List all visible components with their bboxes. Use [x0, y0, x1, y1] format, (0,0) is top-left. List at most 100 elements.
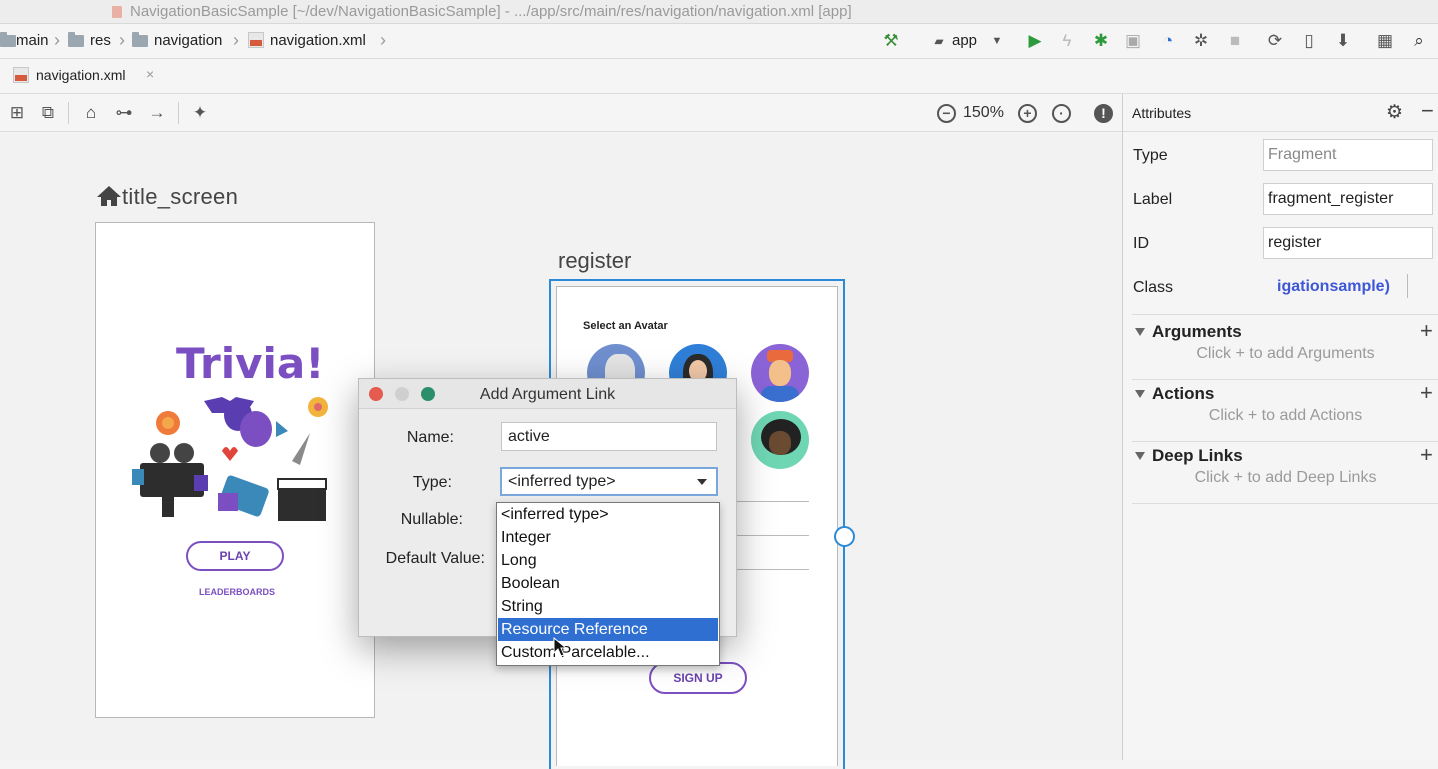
close-icon[interactable]: ×	[146, 66, 154, 82]
zoom-in-icon[interactable]: +	[1018, 104, 1037, 123]
attributes-header: Attributes ⚙ −	[1123, 94, 1438, 132]
chevron-right-icon: ›	[119, 30, 125, 50]
class-attribute-link[interactable]: igationsample)	[1277, 278, 1390, 296]
xml-file-icon	[13, 67, 29, 83]
type-option-resource-reference[interactable]: Resource Reference	[498, 618, 718, 641]
zoom-level: 150%	[963, 104, 1004, 121]
profiler-icon[interactable]: ◔	[1157, 30, 1179, 52]
type-option-integer[interactable]: Integer	[498, 526, 718, 549]
chevron-right-icon: ›	[380, 30, 386, 50]
type-attribute-label: Type	[1133, 147, 1168, 164]
destination-title-screen[interactable]: Trivia! PLAY LEADERBOARDS	[95, 222, 375, 718]
warning-icon[interactable]: !	[1094, 104, 1113, 123]
leaderboards-link: LEADERBOARDS	[198, 587, 275, 597]
type-option-boolean[interactable]: Boolean	[498, 572, 718, 595]
add-action-icon[interactable]: +	[1420, 380, 1433, 406]
gradle-sync-icon[interactable]: ⟳	[1264, 30, 1286, 52]
select-avatar-label: Select an Avatar	[583, 320, 668, 332]
window-titlebar: NavigationBasicSample [~/dev/NavigationB…	[0, 0, 1438, 24]
stop-icon[interactable]: ■	[1224, 30, 1246, 52]
type-select[interactable]: <inferred type>	[500, 467, 718, 496]
add-deep-link-icon[interactable]: +	[1420, 442, 1433, 468]
arguments-section: Arguments + Click + to add Arguments	[1132, 318, 1438, 380]
trivia-illustration	[132, 397, 328, 521]
chevron-right-icon: ›	[54, 30, 60, 50]
name-label: Name:	[406, 429, 454, 446]
section-hint: Click + to add Actions	[1208, 407, 1363, 424]
nullable-label: Nullable:	[400, 511, 463, 528]
android-studio-icon	[112, 6, 122, 18]
toolbar-divider	[178, 102, 179, 124]
build-hammer-icon[interactable]: ⚒	[880, 30, 902, 52]
add-argument-icon[interactable]: +	[1420, 318, 1433, 344]
id-attribute-field[interactable]: register	[1263, 227, 1433, 259]
class-attribute-label: Class	[1133, 279, 1174, 296]
destination-label-register[interactable]: register	[558, 248, 631, 274]
editor-tabbar: navigation.xml ×	[0, 59, 1438, 94]
search-icon[interactable]: ⌕	[1408, 30, 1430, 52]
action-arrow-icon[interactable]: →	[146, 103, 168, 123]
breadcrumb-main[interactable]: main	[16, 32, 49, 49]
attributes-panel: Attributes ⚙ − Type Fragment Label fragm…	[1122, 94, 1438, 760]
coverage-icon[interactable]: ▣	[1122, 30, 1144, 52]
dialog-titlebar: Add Argument Link	[359, 379, 736, 409]
breadcrumb-navigation[interactable]: navigation	[154, 32, 222, 49]
type-dropdown-list: <inferred type> Integer Long Boolean Str…	[496, 502, 720, 666]
action-handle[interactable]	[834, 526, 855, 547]
home-icon[interactable]: ⌂	[80, 103, 102, 123]
name-field[interactable]: active	[501, 422, 717, 451]
avatar	[751, 344, 809, 402]
minimize-icon[interactable]: −	[1421, 98, 1434, 124]
zoom-to-fit-icon[interactable]: ·	[1052, 104, 1071, 123]
editor-tab-navigation-xml[interactable]: navigation.xml ×	[8, 59, 158, 94]
toolbar-divider	[68, 102, 69, 124]
section-hint: Click + to add Deep Links	[1194, 469, 1377, 486]
attach-debugger-icon[interactable]: ✲	[1190, 30, 1212, 52]
type-option-inferred[interactable]: <inferred type>	[498, 503, 718, 526]
chevron-down-icon[interactable]: ▼	[986, 30, 1008, 52]
debug-bug-icon[interactable]: ✱	[1090, 30, 1112, 52]
design-toolbar: ⊞ ⧉ ⌂ ⊶ → ✦ − 150% + · !	[0, 94, 1122, 132]
type-option-custom-parcelable[interactable]: Custom Parcelable...	[498, 641, 718, 664]
zoom-out-icon[interactable]: −	[937, 104, 956, 123]
section-title: Deep Links	[1152, 446, 1243, 465]
home-destination-icon	[97, 186, 121, 206]
default-value-label: Default Value:	[385, 550, 485, 567]
project-structure-icon[interactable]: ▦	[1374, 30, 1396, 52]
type-option-long[interactable]: Long	[498, 549, 718, 572]
run-config-select[interactable]: app	[952, 32, 977, 49]
type-select-value: <inferred type>	[508, 473, 616, 490]
section-hint: Click + to add Arguments	[1196, 345, 1375, 362]
apply-changes-icon[interactable]: ϟ	[1056, 30, 1078, 52]
type-attribute-field: Fragment	[1263, 139, 1433, 171]
avatar	[751, 411, 809, 469]
destination-label-title-screen[interactable]: title_screen	[96, 184, 238, 210]
label-attribute-field[interactable]: fragment_register	[1263, 183, 1433, 215]
class-field-divider	[1407, 274, 1408, 298]
folder-icon	[68, 32, 84, 47]
mouse-cursor-icon	[553, 637, 568, 657]
gear-icon[interactable]: ⚙	[1386, 101, 1403, 124]
collapse-triangle-icon[interactable]	[1135, 328, 1145, 336]
breadcrumb-navigation-xml[interactable]: navigation.xml	[270, 32, 366, 49]
window-title: NavigationBasicSample [~/dev/NavigationB…	[130, 3, 852, 20]
auto-arrange-icon[interactable]: ✦	[189, 103, 211, 123]
type-option-string[interactable]: String	[498, 595, 718, 618]
collapse-triangle-icon[interactable]	[1135, 452, 1145, 460]
section-title: Arguments	[1152, 322, 1242, 341]
tab-label: navigation.xml	[36, 67, 126, 83]
dialog-title: Add Argument Link	[479, 386, 616, 403]
folder-icon	[0, 32, 16, 47]
avd-manager-icon[interactable]: ▯	[1298, 30, 1320, 52]
breadcrumb-res[interactable]: res	[90, 32, 111, 49]
xml-file-icon	[248, 32, 264, 48]
new-destination-icon[interactable]: ⊞	[6, 103, 28, 123]
sdk-manager-icon[interactable]: ⬇	[1332, 30, 1354, 52]
nested-graph-icon[interactable]: ⧉	[37, 103, 59, 123]
deeplink-icon[interactable]: ⊶	[113, 103, 135, 123]
form-field-line	[737, 569, 809, 570]
android-app-icon: ▰	[934, 34, 944, 48]
run-icon[interactable]: ▶	[1024, 30, 1046, 52]
collapse-triangle-icon[interactable]	[1135, 390, 1145, 398]
chevron-down-icon	[697, 479, 707, 485]
